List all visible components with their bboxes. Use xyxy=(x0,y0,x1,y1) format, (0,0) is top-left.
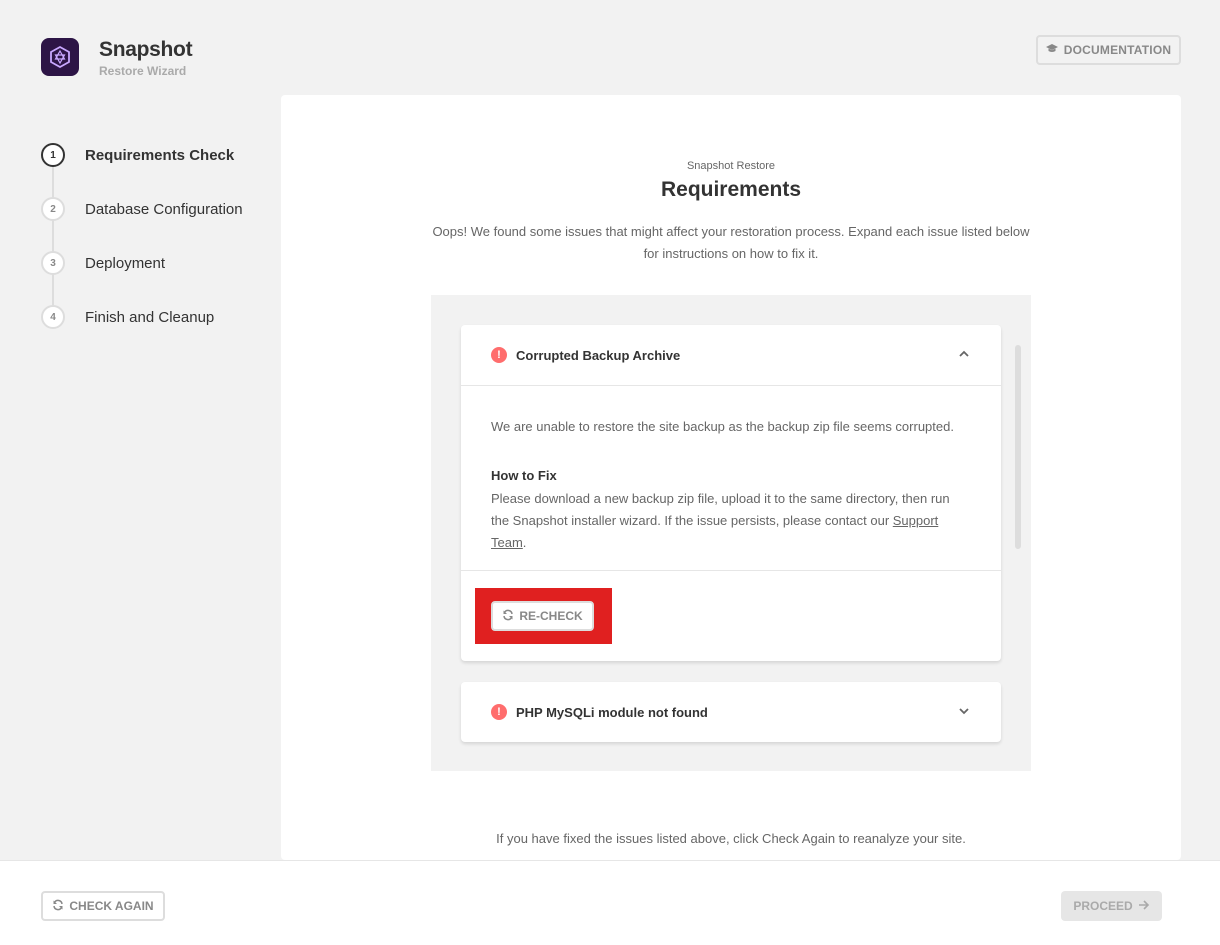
step-number: 4 xyxy=(41,305,65,329)
documentation-button[interactable]: DOCUMENTATION xyxy=(1036,35,1181,65)
how-to-fix-title: How to Fix xyxy=(491,468,557,483)
step-requirements-check[interactable]: 1 Requirements Check xyxy=(41,143,234,167)
fix-text-after: . xyxy=(522,535,527,550)
issue-header-corrupted-backup[interactable]: ! Corrupted Backup Archive xyxy=(461,325,1001,386)
step-database-configuration[interactable]: 2 Database Configuration xyxy=(41,197,243,221)
page-intro: Oops! We found some issues that might af… xyxy=(432,224,1030,261)
chevron-up-icon[interactable] xyxy=(957,347,971,361)
step-label: Deployment xyxy=(85,254,166,272)
step-finish-and-cleanup[interactable]: 4 Finish and Cleanup xyxy=(41,305,214,329)
step-deployment[interactable]: 3 Deployment xyxy=(41,251,165,275)
issue-card: ! Corrupted Backup Archive We are unable… xyxy=(461,325,1001,661)
refresh-icon xyxy=(502,609,514,624)
step-number: 2 xyxy=(41,197,65,221)
warning-icon: ! xyxy=(491,347,507,363)
step-number: 3 xyxy=(41,251,65,275)
snapshot-logo-icon xyxy=(41,38,79,76)
issue-body: We are unable to restore the site backup… xyxy=(461,386,1001,571)
footer-note: If you have fixed the issues listed abov… xyxy=(496,831,966,846)
issue-card: ! PHP MySQLi module not found xyxy=(461,682,1001,742)
how-to-fix-text: Please download a new backup zip file, u… xyxy=(491,488,971,554)
page-kicker: Snapshot Restore xyxy=(686,160,776,172)
graduation-cap-icon xyxy=(1045,43,1058,57)
recheck-label: RE-CHECK xyxy=(519,609,583,623)
check-again-label: CHECK AGAIN xyxy=(69,899,154,913)
steps-connector xyxy=(52,166,54,306)
issues-list[interactable]: ! Corrupted Backup Archive We are unable… xyxy=(431,295,1031,771)
proceed-label: PROCEED xyxy=(1073,899,1133,913)
step-number: 1 xyxy=(41,143,65,167)
scrollbar[interactable] xyxy=(1015,345,1021,549)
recheck-button[interactable]: RE-CHECK xyxy=(491,601,594,631)
issue-title: PHP MySQLi module not found xyxy=(516,704,708,720)
refresh-icon xyxy=(52,899,64,914)
proceed-button[interactable]: PROCEED xyxy=(1061,891,1162,921)
issue-footer: RE-CHECK xyxy=(461,571,1001,661)
step-label: Finish and Cleanup xyxy=(85,308,215,326)
issue-title: Corrupted Backup Archive xyxy=(516,347,681,363)
page-title: Requirements xyxy=(660,178,802,201)
step-label: Requirements Check xyxy=(85,146,235,164)
arrow-right-icon xyxy=(1138,899,1150,913)
documentation-label: DOCUMENTATION xyxy=(1063,43,1172,57)
app-title: Snapshot xyxy=(99,38,193,61)
step-label: Database Configuration xyxy=(85,200,243,218)
issue-header-php-mysqli[interactable]: ! PHP MySQLi module not found xyxy=(461,682,1001,742)
fix-text-before: Please download a new backup zip file, u… xyxy=(491,491,950,528)
check-again-button[interactable]: CHECK AGAIN xyxy=(41,891,165,921)
app-subtitle: Restore Wizard xyxy=(99,64,187,78)
chevron-down-icon[interactable] xyxy=(957,704,971,718)
issue-description: We are unable to restore the site backup… xyxy=(491,419,954,434)
bottom-bar: CHECK AGAIN PROCEED xyxy=(0,860,1220,945)
main-panel: Snapshot Restore Requirements Oops! We f… xyxy=(281,95,1181,860)
warning-icon: ! xyxy=(491,704,507,720)
